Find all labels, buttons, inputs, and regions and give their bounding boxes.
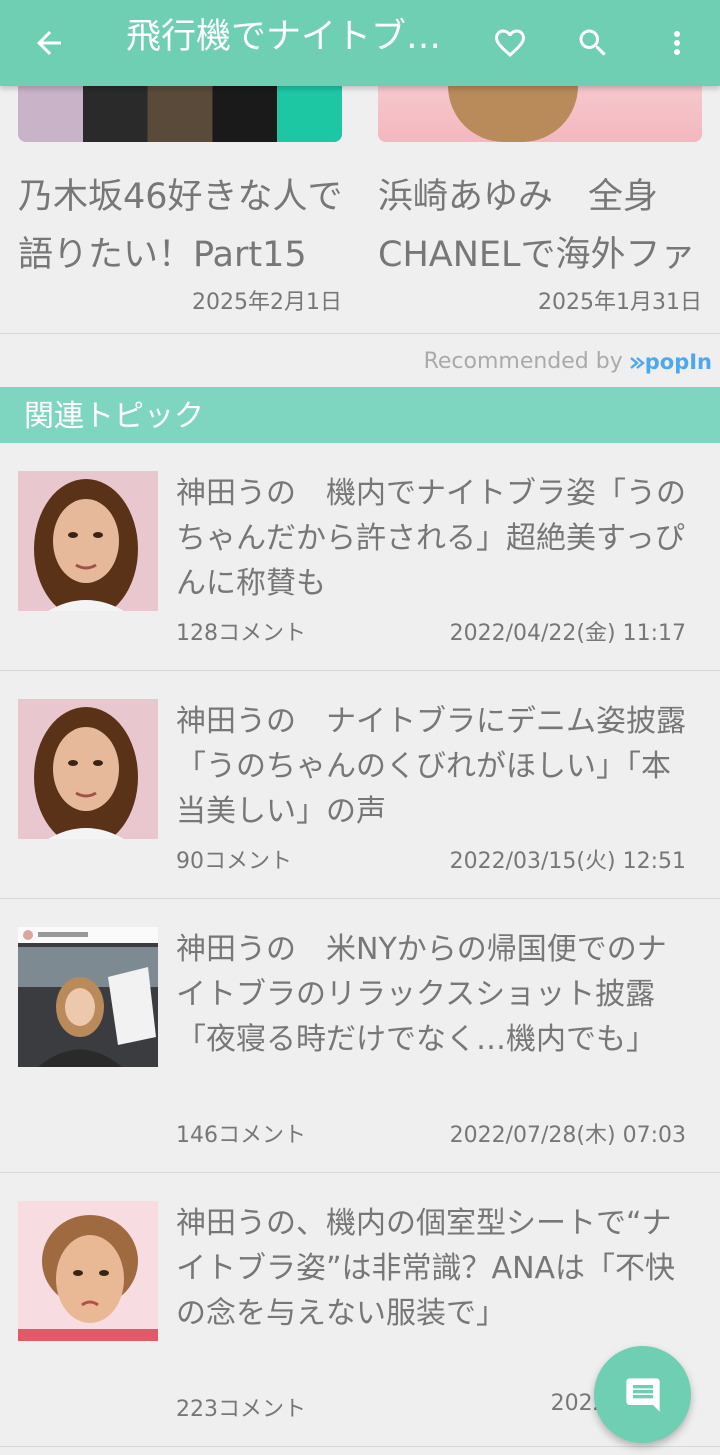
app-bar: 飛行機でナイトブラ… xyxy=(0,0,720,86)
arrow-left-icon xyxy=(37,31,61,55)
recommendation-title: 浜崎あゆみ 全身CHANELで海外ファ xyxy=(378,177,696,275)
comment-fab[interactable] xyxy=(594,1346,691,1443)
recommended-by[interactable]: Recommended by popIn xyxy=(424,349,712,374)
comment-count: 223コメント xyxy=(176,1397,306,1422)
recommendation-date: 2025年1月31日 xyxy=(538,290,702,315)
recommendation-date: 2025年2月1日 xyxy=(192,290,342,315)
topic-thumbnail xyxy=(18,1201,158,1341)
recommendation-title: 乃木坂46好きな人で語りたい！Part15 xyxy=(18,177,343,275)
back-button[interactable] xyxy=(20,14,78,72)
popin-mark-icon xyxy=(629,356,645,369)
more-options-button[interactable] xyxy=(648,14,706,72)
recommended-by-label: Recommended by xyxy=(423,349,623,374)
search-icon xyxy=(579,29,606,56)
topic-thumbnail xyxy=(18,471,158,611)
topic-title: 神田うの 機内でナイトブラ姿「うのちゃんだから許される」超絶美すっぴんに称賛も xyxy=(176,476,686,601)
popin-brand: popIn xyxy=(644,349,712,374)
related-topics-header: 関連トピック xyxy=(0,387,720,443)
topic-title: 神田うの、機内の個室型シートで“ナイトブラ姿”は非常識？ANAは「不快の念を与え… xyxy=(176,1206,676,1331)
comment-count: 146コメント xyxy=(176,1123,306,1148)
search-button[interactable] xyxy=(564,14,622,72)
more-vert-icon xyxy=(674,31,680,55)
popin-logo: popIn xyxy=(629,350,712,374)
topic-date: 2022/03/15(火) 12:51 xyxy=(449,849,686,874)
topic-item[interactable]: 神田うの 米NYからの帰国便でのナイトブラのリラックスショット披露「夜寝る時だけ… xyxy=(0,899,720,1173)
comment-count: 128コメント xyxy=(176,621,306,646)
comment-icon xyxy=(625,1377,660,1412)
heart-outline-icon xyxy=(495,29,525,58)
recommendation-thumbnail xyxy=(18,86,342,142)
page-title: 飛行機でナイトブラ… xyxy=(126,17,471,57)
favorite-button[interactable] xyxy=(481,14,539,72)
topic-date: 2022/07/28(木) 07:03 xyxy=(449,1123,686,1148)
topic-title: 神田うの ナイトブラにデニム姿披露「うのちゃんのくびれがほしい」「本当美しい」の… xyxy=(176,704,686,829)
comment-count: 90コメント xyxy=(176,849,292,874)
topic-thumbnail xyxy=(18,927,158,1067)
topic-thumbnail xyxy=(18,699,158,839)
section-title: 関連トピック xyxy=(24,399,204,434)
topic-title: 神田うの 米NYからの帰国便でのナイトブラのリラックスショット披露「夜寝る時だけ… xyxy=(176,932,667,1057)
recommendation-thumbnail xyxy=(378,86,702,142)
divider xyxy=(0,333,720,334)
topic-date: 2022/04/22(金) 11:17 xyxy=(449,621,686,646)
topic-item[interactable]: 神田うの ナイトブラにデニム姿披露「うのちゃんのくびれがほしい」「本当美しい」の… xyxy=(0,671,720,899)
topic-item[interactable]: 神田うの 機内でナイトブラ姿「うのちゃんだから許される」超絶美すっぴんに称賛も … xyxy=(0,443,720,671)
